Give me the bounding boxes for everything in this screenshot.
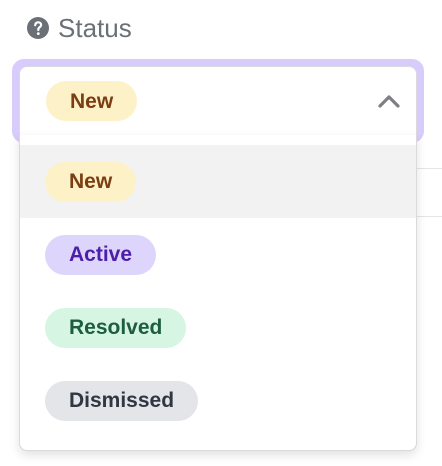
option-new[interactable]: New — [20, 145, 416, 218]
status-dropdown-menu: New Active Resolved Dismissed — [19, 135, 417, 451]
selected-status-badge: New — [46, 81, 138, 121]
status-badge-dismissed: Dismissed — [45, 380, 199, 421]
question-circle-icon[interactable] — [26, 16, 50, 40]
option-resolved[interactable]: Resolved — [20, 291, 416, 364]
status-field: Status New New Active Resolved Dismissed — [0, 0, 442, 466]
option-dismissed[interactable]: Dismissed — [20, 364, 416, 437]
status-badge-new: New — [45, 161, 137, 202]
status-select[interactable]: New — [19, 66, 417, 136]
background-divider — [416, 168, 442, 169]
field-label: Status — [26, 10, 132, 46]
status-badge-active: Active — [45, 234, 157, 275]
status-badge-resolved: Resolved — [45, 307, 187, 348]
chevron-up-icon[interactable] — [378, 90, 400, 112]
background-divider — [416, 216, 442, 217]
option-active[interactable]: Active — [20, 218, 416, 291]
field-label-text: Status — [58, 12, 132, 43]
